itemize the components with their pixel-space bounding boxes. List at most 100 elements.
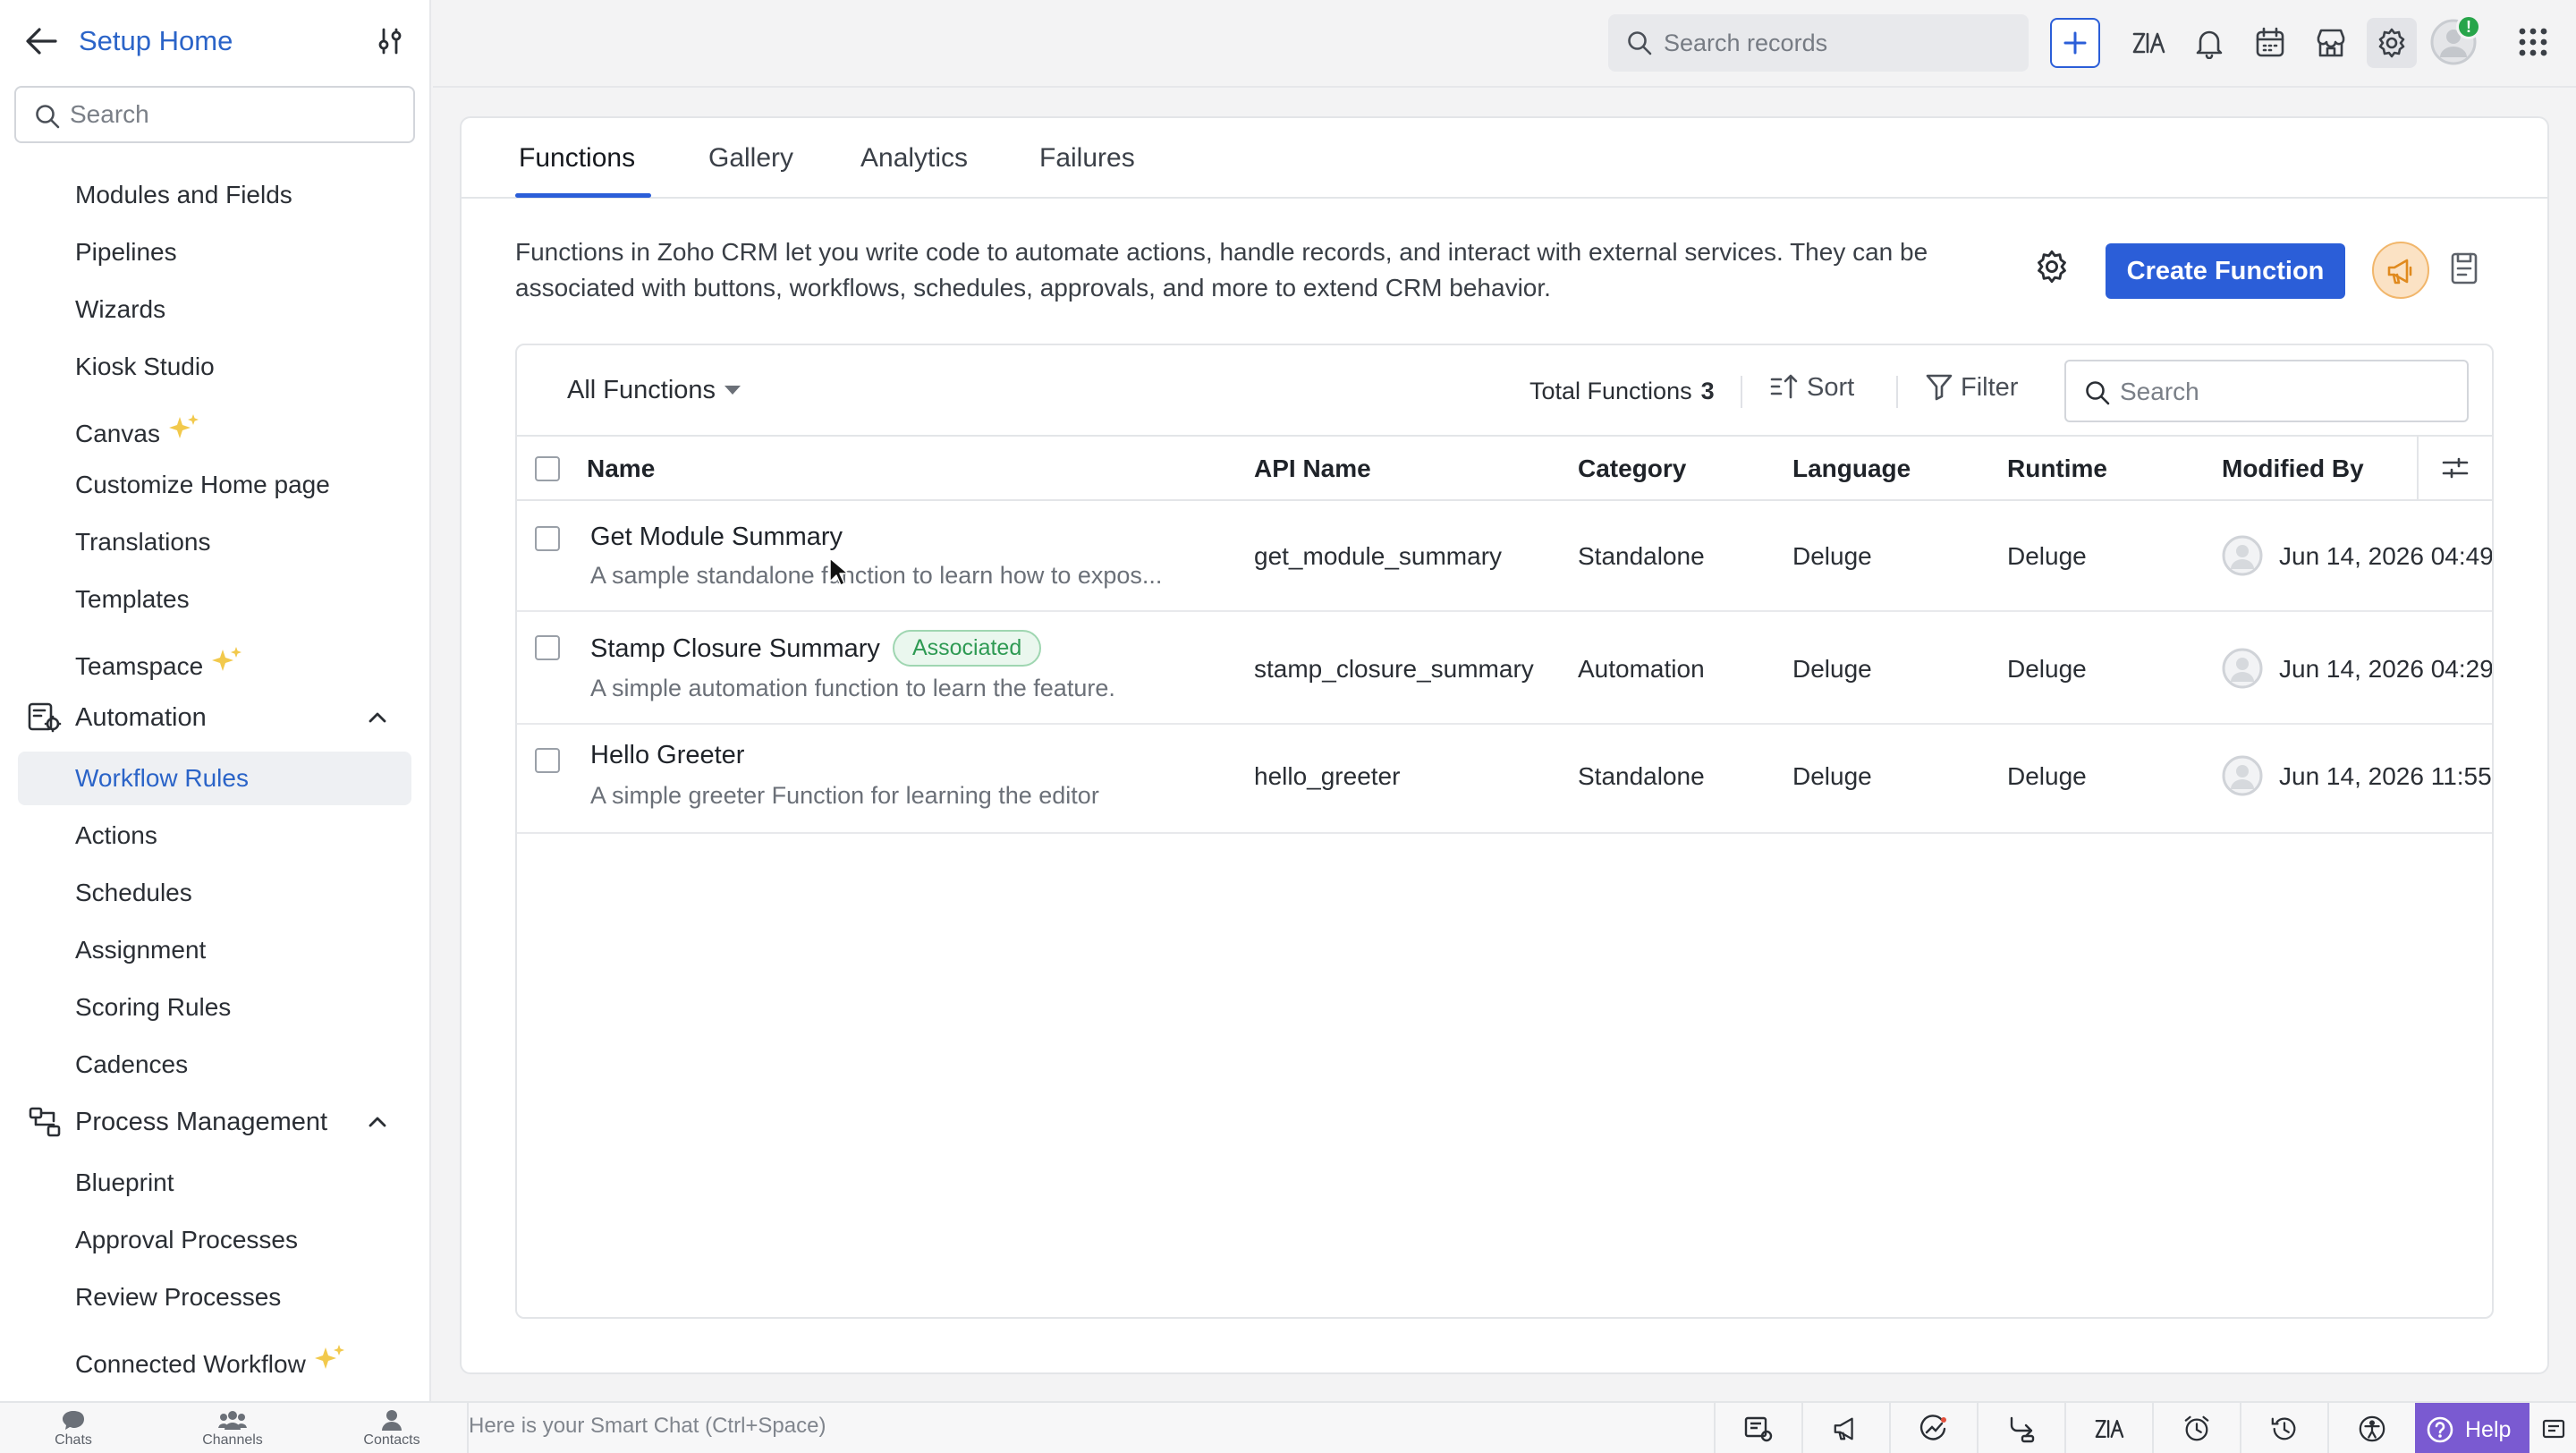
row-checkbox[interactable] <box>535 635 560 660</box>
bottom-tool-button[interactable] <box>1977 1403 2064 1453</box>
filter-button[interactable]: Filter <box>1925 372 2018 412</box>
column-settings-button[interactable] <box>2417 437 2492 499</box>
zia-button[interactable] <box>2123 18 2174 68</box>
api-name: stamp_closure_summary <box>1254 655 1534 683</box>
sidebar-search[interactable] <box>14 86 415 143</box>
smart-chat-input[interactable]: Here is your Smart Chat (Ctrl+Space) <box>469 1414 826 1439</box>
caret-down-icon <box>724 386 741 395</box>
table-row[interactable]: Stamp Closure Summary Associated A simple… <box>517 612 2492 725</box>
sidebar-header: Setup Home <box>0 0 429 82</box>
sidebar-item-scoring-rules[interactable]: Scoring Rules <box>18 981 411 1034</box>
bottom-tool-button[interactable] <box>2064 1403 2152 1453</box>
notifications-button[interactable] <box>2184 18 2234 68</box>
sidebar-section-process-management[interactable]: Process Management <box>18 1095 411 1149</box>
column-header-language[interactable]: Language <box>1792 455 1911 483</box>
view-selector[interactable]: All Functions <box>567 376 741 405</box>
function-name-wrap: Stamp Closure Summary Associated <box>590 630 1042 667</box>
channels-button[interactable]: Channels <box>188 1408 277 1453</box>
category: Standalone <box>1578 542 1705 570</box>
alarm-clock-icon <box>2184 1415 2209 1441</box>
calendar-button[interactable] <box>2245 18 2295 68</box>
row-checkbox[interactable] <box>535 526 560 551</box>
column-header-api-name[interactable]: API Name <box>1254 455 1371 483</box>
column-header-name[interactable]: Name <box>587 455 655 483</box>
function-name[interactable]: Get Module Summary <box>590 523 843 552</box>
modifier-avatar <box>2222 755 2263 796</box>
sidebar-item-translations[interactable]: Translations <box>18 515 411 569</box>
sidebar-item-review-processes[interactable]: Review Processes <box>18 1270 411 1324</box>
sidebar-item-assignment[interactable]: Assignment <box>18 923 411 977</box>
sidebar-item-teamspace[interactable]: Teamspace <box>18 632 411 685</box>
sidebar-item-label: Kiosk Studio <box>75 353 215 380</box>
plus-icon <box>2063 31 2087 55</box>
sidebar-item-actions[interactable]: Actions <box>18 809 411 862</box>
modifier-avatar <box>2222 535 2263 576</box>
table-row[interactable]: Get Module Summary A sample standalone f… <box>517 501 2492 612</box>
documentation-button[interactable] <box>2449 251 2488 290</box>
sidebar-item-canvas[interactable]: Canvas <box>18 399 411 453</box>
help-button[interactable]: Help <box>2415 1403 2529 1453</box>
sidebar-item-cadences[interactable]: Cadences <box>18 1038 411 1092</box>
column-header-runtime[interactable]: Runtime <box>2007 455 2107 483</box>
tab-failures[interactable]: Failures <box>1039 143 1135 174</box>
history-icon <box>2271 1417 2296 1440</box>
bottom-tool-button[interactable] <box>2152 1403 2240 1453</box>
channels-label: Channels <box>202 1432 263 1448</box>
contacts-button[interactable]: Contacts <box>347 1408 436 1453</box>
quick-create-button[interactable] <box>2050 18 2100 68</box>
sidebar-search-input[interactable] <box>70 97 401 132</box>
column-header-category[interactable]: Category <box>1578 455 1686 483</box>
sidebar-item-modules-and-fields[interactable]: Modules and Fields <box>18 168 411 222</box>
column-header-modified-by[interactable]: Modified By <box>2222 455 2364 483</box>
app-launcher-button[interactable] <box>2508 18 2558 68</box>
language: Deluge <box>1792 655 1872 683</box>
sidebar-item-label: Connected Workflow <box>75 1350 306 1378</box>
chats-label: Chats <box>55 1432 92 1448</box>
bell-icon <box>2196 30 2223 59</box>
sidebar-item-wizards[interactable]: Wizards <box>18 283 411 336</box>
bottom-tool-button[interactable] <box>2240 1403 2327 1453</box>
sidebar-title[interactable]: Setup Home <box>79 25 233 57</box>
sidebar-item-pipelines[interactable]: Pipelines <box>18 225 411 279</box>
function-name[interactable]: Hello Greeter <box>590 741 744 770</box>
chats-button[interactable]: Chats <box>29 1408 118 1453</box>
bottom-tool-button[interactable] <box>1714 1403 1801 1453</box>
search-records[interactable] <box>1608 14 2029 72</box>
sidebar-item-approval-processes[interactable]: Approval Processes <box>18 1213 411 1267</box>
language: Deluge <box>1792 762 1872 790</box>
table-toolbar: All Functions Total Functions 3 Sort Filt… <box>517 345 2492 437</box>
search-records-input[interactable] <box>1664 25 2012 61</box>
sidebar-item-connected-workflow[interactable]: Connected Workflow <box>18 1330 411 1383</box>
function-settings-button[interactable] <box>2034 249 2077 292</box>
bottom-tool-button[interactable] <box>1801 1403 1889 1453</box>
sidebar-item-templates[interactable]: Templates <box>18 573 411 626</box>
marketplace-button[interactable] <box>2306 18 2356 68</box>
sort-button[interactable]: Sort <box>1769 372 1854 412</box>
tab-analytics[interactable]: Analytics <box>860 143 968 174</box>
function-name[interactable]: Stamp Closure Summary <box>590 634 880 663</box>
table-row[interactable]: Hello Greeter A simple greeter Function … <box>517 725 2492 834</box>
row-checkbox[interactable] <box>535 748 560 773</box>
table-search[interactable] <box>2064 360 2469 422</box>
back-arrow-icon[interactable] <box>23 25 59 57</box>
create-function-button[interactable]: Create Function <box>2106 243 2345 299</box>
tab-functions[interactable]: Functions <box>519 143 635 174</box>
sidebar-item-label: Review Processes <box>75 1283 282 1311</box>
setup-gear-button[interactable] <box>2367 18 2417 68</box>
sidebar-item-label: Pipelines <box>75 238 177 266</box>
tune-settings-icon[interactable] <box>374 25 406 57</box>
sidebar-item-workflow-rules[interactable]: Workflow Rules <box>18 752 411 805</box>
tab-gallery[interactable]: Gallery <box>708 143 793 174</box>
table-search-input[interactable] <box>2120 374 2451 410</box>
announcements-button[interactable] <box>2372 242 2429 299</box>
select-all-checkbox[interactable] <box>535 456 560 481</box>
sidebar-item-blueprint[interactable]: Blueprint <box>18 1156 411 1210</box>
bottom-tool-button[interactable] <box>2327 1403 2415 1453</box>
bottom-tool-button[interactable] <box>1889 1403 1977 1453</box>
sidebar-section-automation[interactable]: Automation <box>18 691 411 744</box>
sidebar-item-customize-home-page[interactable]: Customize Home page <box>18 458 411 512</box>
sidebar-item-label: Canvas <box>75 420 160 447</box>
sidebar-item-kiosk-studio[interactable]: Kiosk Studio <box>18 340 411 394</box>
bottom-tool-button[interactable] <box>2531 1403 2576 1453</box>
sidebar-item-schedules[interactable]: Schedules <box>18 866 411 920</box>
